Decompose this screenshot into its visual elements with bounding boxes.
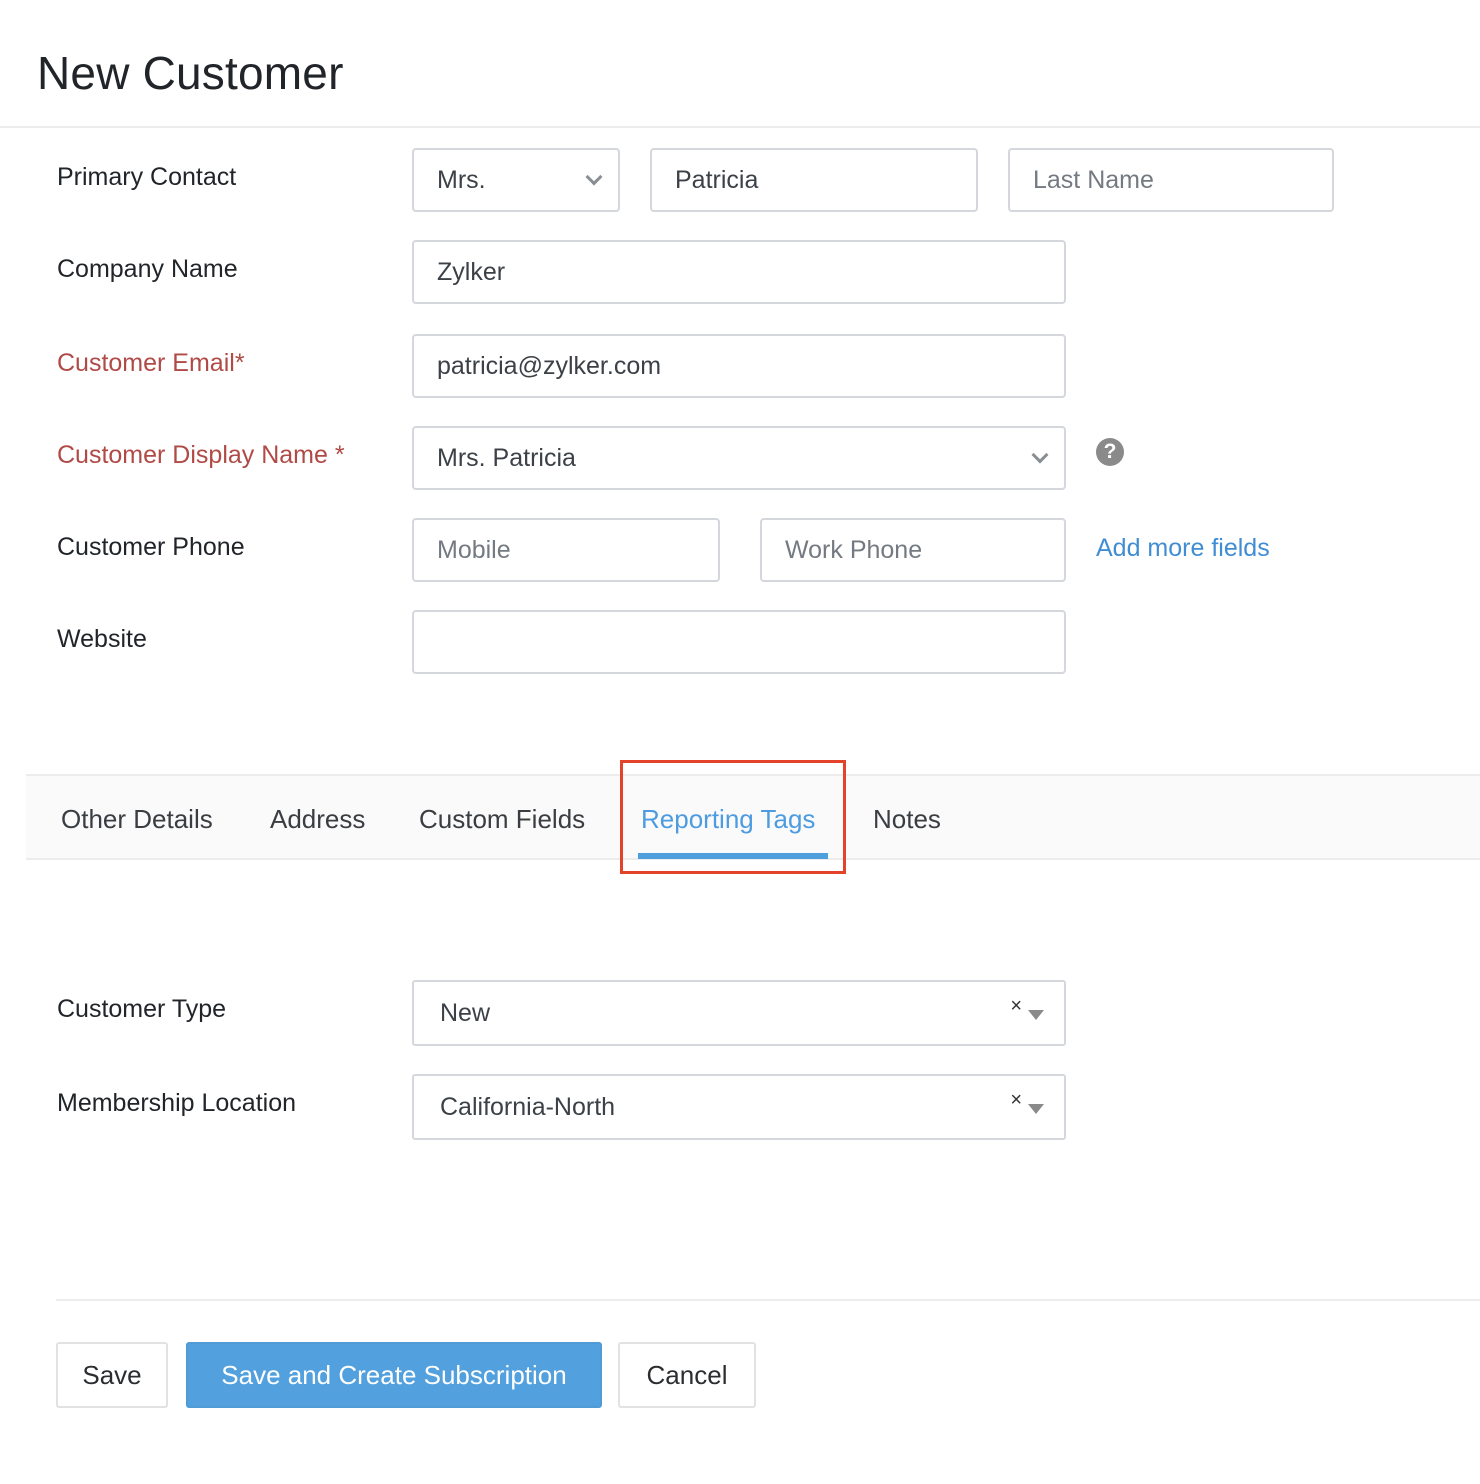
footer-divider bbox=[56, 1299, 1480, 1301]
website-input[interactable] bbox=[412, 610, 1066, 674]
caret-down-icon[interactable] bbox=[1028, 1010, 1044, 1020]
work-phone-input[interactable]: Work Phone bbox=[760, 518, 1066, 582]
display-name-select[interactable]: Mrs. Patricia bbox=[412, 426, 1066, 490]
add-more-fields-link[interactable]: Add more fields bbox=[1096, 534, 1270, 563]
tab-custom-fields[interactable]: Custom Fields bbox=[419, 804, 585, 835]
active-tab-indicator bbox=[638, 853, 828, 859]
chevron-down-icon bbox=[1031, 446, 1049, 464]
primary-contact-label: Primary Contact bbox=[57, 163, 237, 191]
save-button[interactable]: Save bbox=[56, 1342, 168, 1408]
mobile-placeholder: Mobile bbox=[437, 535, 511, 564]
tabs-bar: Other Details Address Custom Fields Repo… bbox=[26, 774, 1480, 860]
customer-phone-label: Customer Phone bbox=[57, 533, 245, 561]
mobile-phone-input[interactable]: Mobile bbox=[412, 518, 720, 582]
clear-icon[interactable]: × bbox=[1010, 1089, 1022, 1112]
first-name-value: Patricia bbox=[675, 165, 759, 194]
company-name-input[interactable]: Zylker bbox=[412, 240, 1066, 304]
customer-type-value: New bbox=[440, 998, 491, 1027]
customer-email-input[interactable]: patricia@zylker.com bbox=[412, 334, 1066, 398]
work-phone-placeholder: Work Phone bbox=[785, 535, 923, 564]
customer-type-select[interactable]: New × bbox=[412, 980, 1066, 1046]
website-label: Website bbox=[57, 625, 147, 653]
page-title: New Customer bbox=[37, 47, 344, 99]
last-name-placeholder: Last Name bbox=[1033, 165, 1154, 194]
chevron-down-icon bbox=[585, 168, 603, 186]
tab-other-details[interactable]: Other Details bbox=[61, 804, 213, 835]
customer-type-label: Customer Type bbox=[57, 995, 227, 1023]
tab-notes[interactable]: Notes bbox=[873, 804, 941, 835]
company-name-value: Zylker bbox=[437, 257, 506, 286]
question-circle-icon[interactable]: ? bbox=[1096, 438, 1124, 466]
company-name-label: Company Name bbox=[57, 255, 238, 283]
caret-down-icon[interactable] bbox=[1028, 1104, 1044, 1114]
last-name-input[interactable]: Last Name bbox=[1008, 148, 1334, 212]
display-name-label: Customer Display Name * bbox=[57, 441, 345, 469]
membership-location-label: Membership Location bbox=[57, 1089, 297, 1117]
salutation-select[interactable]: Mrs. bbox=[412, 148, 620, 212]
cancel-button[interactable]: Cancel bbox=[618, 1342, 756, 1408]
customer-email-value: patricia@zylker.com bbox=[437, 351, 662, 380]
membership-location-value: California-North bbox=[440, 1092, 616, 1121]
save-and-create-subscription-button[interactable]: Save and Create Subscription bbox=[186, 1342, 602, 1408]
display-name-value: Mrs. Patricia bbox=[437, 443, 576, 472]
tab-reporting-tags[interactable]: Reporting Tags bbox=[641, 804, 815, 835]
first-name-input[interactable]: Patricia bbox=[650, 148, 978, 212]
tab-address[interactable]: Address bbox=[270, 804, 365, 835]
customer-email-label: Customer Email* bbox=[57, 349, 245, 377]
salutation-value: Mrs. bbox=[437, 165, 486, 194]
clear-icon[interactable]: × bbox=[1010, 995, 1022, 1018]
header-divider bbox=[0, 126, 1480, 128]
membership-location-select[interactable]: California-North × bbox=[412, 1074, 1066, 1140]
